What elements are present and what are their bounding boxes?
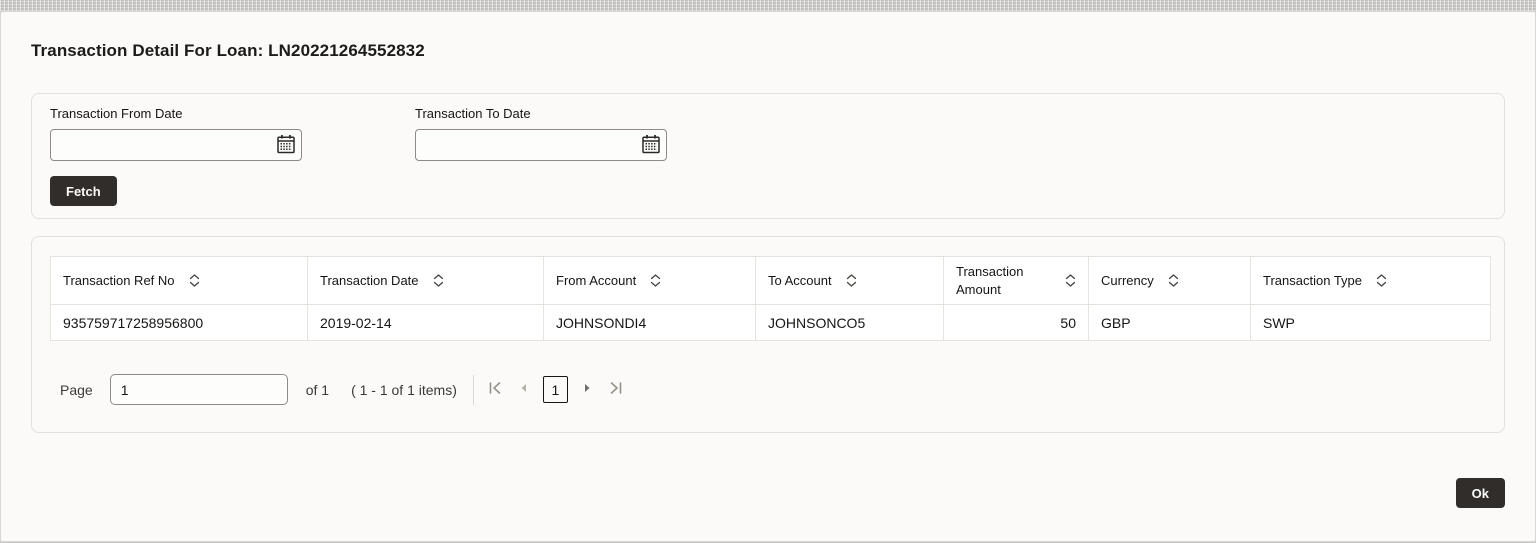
cell-transaction-amount: 50	[944, 305, 1089, 341]
column-label: Transaction Ref No	[63, 272, 175, 290]
column-label: Transaction Amount	[956, 263, 1051, 298]
column-header-transaction-date[interactable]: Transaction Date	[308, 257, 544, 305]
page-label: Page	[60, 382, 93, 398]
pagination-divider	[473, 375, 474, 405]
column-label: From Account	[556, 272, 636, 290]
table-header-row: Transaction Ref No Transaction Date From…	[51, 257, 1491, 305]
current-page-box[interactable]: 1	[543, 376, 568, 403]
previous-page-button[interactable]	[518, 381, 528, 398]
sort-icon[interactable]	[650, 274, 661, 287]
column-header-currency[interactable]: Currency	[1089, 257, 1251, 305]
from-date-field	[50, 129, 302, 161]
calendar-icon	[275, 133, 297, 158]
column-label: Transaction Type	[1263, 272, 1362, 290]
results-panel: Transaction Ref No Transaction Date From…	[31, 236, 1505, 433]
sort-icon[interactable]	[1168, 274, 1179, 287]
transaction-detail-dialog: Transaction Detail For Loan: LN202212645…	[0, 11, 1536, 542]
sort-icon[interactable]	[1065, 274, 1076, 287]
cell-transaction-date: 2019-02-14	[308, 305, 544, 341]
from-date-label: Transaction From Date	[50, 106, 302, 121]
ok-button[interactable]: Ok	[1456, 478, 1505, 508]
first-page-button[interactable]	[488, 381, 503, 398]
filter-panel: Transaction From Date	[31, 93, 1505, 219]
sort-icon[interactable]	[846, 274, 857, 287]
column-label: Transaction Date	[320, 272, 419, 290]
transactions-table: Transaction Ref No Transaction Date From…	[50, 256, 1491, 341]
previous-page-icon	[518, 381, 528, 398]
first-page-icon	[488, 381, 503, 398]
to-date-input[interactable]	[416, 130, 636, 160]
column-header-transaction-ref-no[interactable]: Transaction Ref No	[51, 257, 308, 305]
top-texture-band	[0, 0, 1536, 11]
from-date-field-group: Transaction From Date	[50, 106, 302, 161]
cell-transaction-ref-no: 935759717258956800	[51, 305, 308, 341]
column-header-from-account[interactable]: From Account	[544, 257, 756, 305]
cell-transaction-type: SWP	[1251, 305, 1491, 341]
cell-from-account: JOHNSONDI4	[544, 305, 756, 341]
from-date-input[interactable]	[51, 130, 271, 160]
pagination: Page of 1 ( 1 - 1 of 1 items) 1	[60, 374, 1488, 405]
cell-currency: GBP	[1089, 305, 1251, 341]
column-header-transaction-type[interactable]: Transaction Type	[1251, 257, 1491, 305]
items-range-text: ( 1 - 1 of 1 items)	[351, 382, 457, 398]
sort-icon[interactable]	[433, 274, 444, 287]
page-count-text: of 1	[306, 382, 329, 398]
calendar-icon	[640, 133, 662, 158]
column-header-to-account[interactable]: To Account	[756, 257, 944, 305]
table-row[interactable]: 935759717258956800 2019-02-14 JOHNSONDI4…	[51, 305, 1491, 341]
to-date-field-group: Transaction To Date	[415, 106, 667, 161]
column-label: Currency	[1101, 272, 1154, 290]
last-page-icon	[608, 381, 623, 398]
fetch-button[interactable]: Fetch	[50, 176, 117, 206]
to-date-calendar-button[interactable]	[636, 130, 666, 160]
page-title: Transaction Detail For Loan: LN202212645…	[31, 41, 1505, 61]
to-date-label: Transaction To Date	[415, 106, 667, 121]
cell-to-account: JOHNSONCO5	[756, 305, 944, 341]
next-page-button[interactable]	[583, 381, 593, 398]
column-header-transaction-amount[interactable]: Transaction Amount	[944, 257, 1089, 305]
page-number-input[interactable]	[110, 374, 288, 405]
dialog-footer: Ok	[31, 478, 1505, 508]
last-page-button[interactable]	[608, 381, 623, 398]
sort-icon[interactable]	[189, 274, 200, 287]
column-label: To Account	[768, 272, 832, 290]
sort-icon[interactable]	[1376, 274, 1387, 287]
to-date-field	[415, 129, 667, 161]
next-page-icon	[583, 381, 593, 398]
from-date-calendar-button[interactable]	[271, 130, 301, 160]
